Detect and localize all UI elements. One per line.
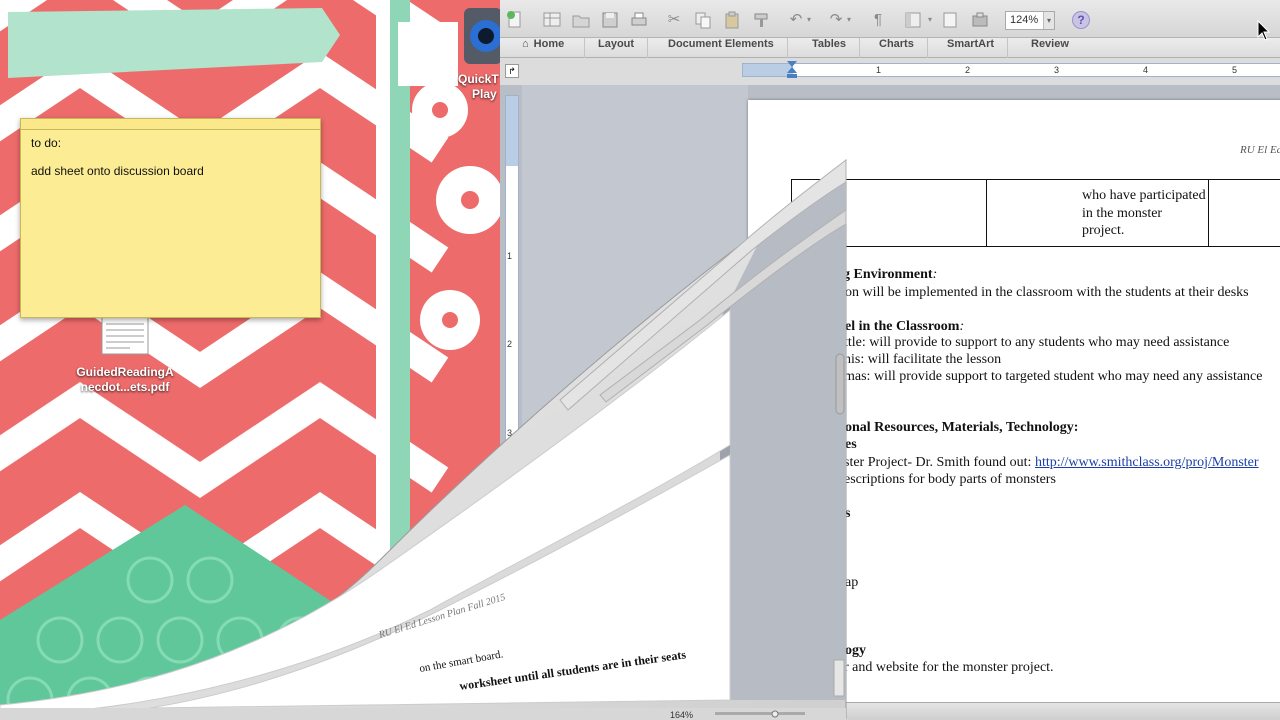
undo-dropdown-icon[interactable]: ▾ <box>804 10 814 30</box>
tab-charts[interactable]: Charts <box>866 38 928 58</box>
format-painter-icon[interactable] <box>751 10 771 30</box>
tab-stop-selector[interactable]: ↱ <box>505 64 519 78</box>
copy-icon[interactable] <box>693 10 713 30</box>
doc-line-5: his: will facilitate the lesson <box>844 352 1002 367</box>
top-margin-zone <box>506 96 518 166</box>
tab-smartart[interactable]: SmartArt <box>934 38 1009 58</box>
zoom-value: 124% <box>1010 14 1039 26</box>
lesson-table[interactable]: who have participated in the monster pro… <box>791 179 1280 247</box>
doc-line-13-bold: ogy <box>845 643 866 658</box>
save-icon[interactable] <box>600 10 620 30</box>
indent-marker-icon[interactable] <box>787 61 797 79</box>
vertical-ruler[interactable]: 1 2 3 <box>505 95 519 720</box>
doc-line-8: es <box>845 436 857 453</box>
table-cell-text[interactable]: who have participated in the monster pro… <box>1082 187 1207 240</box>
left-margin-zone <box>743 64 793 76</box>
document-gutter <box>522 85 748 720</box>
new-document-icon[interactable] <box>505 10 525 30</box>
show-formatting-icon[interactable]: ¶ <box>868 10 888 30</box>
horizontal-ruler[interactable]: 1 2 3 4 5 <box>742 61 1280 79</box>
monster-project-link[interactable]: http://www.smithclass.org/proj/Monster <box>1035 455 1259 470</box>
doc-line-8-bold: es <box>845 437 857 452</box>
word-window: ✂ ↶ ▾ ↷ ▾ ¶ ▾ 124% ▾ ? ⌂ Home Layout Doc… <box>500 0 1280 720</box>
tab-document-elements[interactable]: Document Elements <box>655 38 788 58</box>
doc-line-2: on will be implemented in the classroom … <box>845 285 1249 300</box>
doc-line-14: r and website for the monster project. <box>844 660 1054 675</box>
home-icon: ⌂ <box>522 38 529 50</box>
sidebar-view-icon[interactable] <box>903 10 923 30</box>
doc-line-9-text: ster Project- Dr. Smith found out: <box>844 455 1035 470</box>
ribbon-tabs: ⌂ Home Layout Document Elements Tables Ch… <box>500 38 1280 58</box>
redo-icon[interactable]: ↷ <box>826 10 846 30</box>
tab-layout[interactable]: Layout <box>585 38 649 58</box>
ruler-number-1: 1 <box>876 65 882 75</box>
vruler-number-1: 1 <box>507 251 513 261</box>
sticky-note-line2: add sheet onto discussion board <box>31 164 204 178</box>
ruler-number-5: 5 <box>1232 65 1238 75</box>
pdf-file-label-line1: GuidedReadingA <box>76 365 174 379</box>
view-dropdown-icon[interactable]: ▾ <box>925 10 935 30</box>
page-header: RU El Ed <box>1240 144 1280 156</box>
cut-icon[interactable]: ✂ <box>664 10 684 30</box>
ruler-number-4: 4 <box>1143 65 1149 75</box>
gallery-icon[interactable] <box>940 10 960 30</box>
vruler-number-3: 3 <box>507 428 513 438</box>
toolbox-icon[interactable] <box>970 10 990 30</box>
doc-line-13: ogy <box>845 642 866 659</box>
undo-icon[interactable]: ↶ <box>786 10 806 30</box>
sticky-note-body[interactable]: to do: add sheet onto discussion board <box>21 130 320 198</box>
doc-line-1-bold: g Environment <box>843 267 933 282</box>
redo-dropdown-icon[interactable]: ▾ <box>844 10 854 30</box>
pdf-file-icon[interactable] <box>100 315 150 356</box>
mouse-cursor-icon <box>1257 20 1271 41</box>
doc-line-3-rest: : <box>959 319 965 334</box>
print-icon[interactable] <box>629 10 649 30</box>
doc-line-3-bold: el in the Classroom <box>845 319 960 334</box>
doc-line-1-rest: : <box>932 267 938 282</box>
open-folder-icon[interactable] <box>571 10 591 30</box>
help-icon[interactable]: ? <box>1072 11 1090 29</box>
tab-home[interactable]: ⌂ Home <box>514 38 585 58</box>
ruler-number-3: 3 <box>1054 65 1060 75</box>
doc-line-11-bold: s <box>845 506 851 521</box>
document-page[interactable]: RU El Ed who have participated in the mo… <box>748 100 1280 720</box>
zoom-select[interactable]: 124% ▾ <box>1005 11 1055 30</box>
quicktime-app-icon[interactable] <box>462 6 502 66</box>
doc-line-1: g Environment: <box>843 266 937 283</box>
doc-line-3: el in the Classroom: <box>845 318 964 335</box>
zoom-dropdown-icon[interactable]: ▾ <box>1043 12 1054 29</box>
doc-line-7: onal Resources, Materials, Technology: <box>845 419 1078 436</box>
tab-review[interactable]: Review <box>1018 38 1082 58</box>
doc-line-4: ttle: will provide to support to any stu… <box>844 335 1230 350</box>
status-bar <box>500 702 1280 720</box>
doc-line-6: mas: will provide support to targeted st… <box>844 369 1263 384</box>
tab-home-label: Home <box>533 38 565 50</box>
pdf-file-label[interactable]: GuidedReadingA necdot...ets.pdf <box>64 365 186 395</box>
tab-tables[interactable]: Tables <box>799 38 861 58</box>
paste-icon[interactable] <box>722 10 742 30</box>
doc-line-10: escriptions for body parts of monsters <box>844 472 1056 487</box>
sticky-note-line1: to do: <box>31 136 62 150</box>
pdf-file-label-line2: necdot...ets.pdf <box>80 380 170 394</box>
table-column <box>792 180 987 246</box>
sticky-note-titlebar[interactable] <box>21 119 320 130</box>
templates-icon[interactable] <box>542 10 562 30</box>
ruler-area: ↱ 1 2 3 4 5 <box>500 58 1280 85</box>
doc-line-11: s <box>845 505 850 522</box>
standard-toolbar: ✂ ↶ ▾ ↷ ▾ ¶ ▾ 124% ▾ ? <box>500 0 1280 38</box>
doc-line-9: ster Project- Dr. Smith found out: http:… <box>844 454 1259 471</box>
doc-line-12: ap <box>845 575 859 590</box>
doc-line-7-bold: onal Resources, Materials, Technology: <box>845 420 1079 435</box>
sticky-note[interactable]: to do: add sheet onto discussion board <box>20 118 321 318</box>
ruler-number-2: 2 <box>965 65 971 75</box>
vruler-number-2: 2 <box>507 339 513 349</box>
